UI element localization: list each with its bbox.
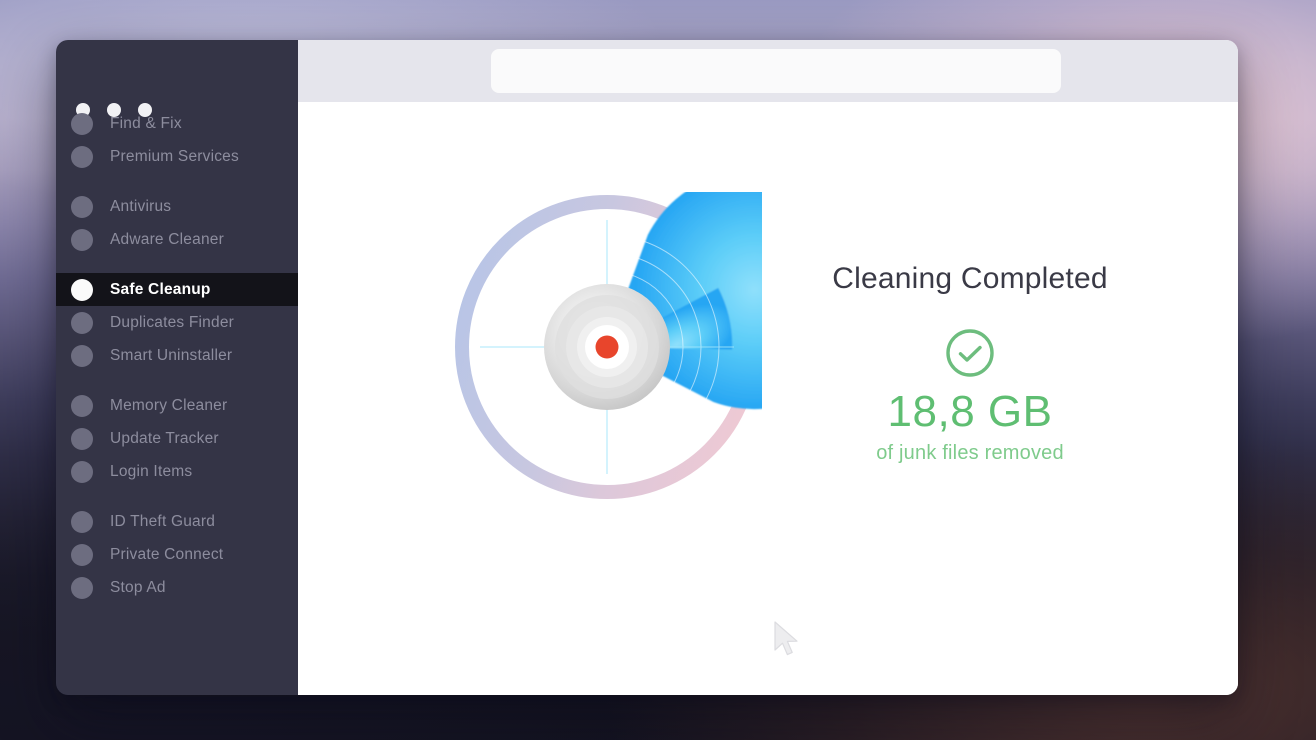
sidebar-item-smart-uninstaller[interactable]: Smart Uninstaller [56,339,298,372]
sidebar-item-bullet-icon [71,112,93,135]
sidebar-item-private-connect[interactable]: Private Connect [56,538,298,571]
sidebar-item-label: Memory Cleaner [110,396,228,414]
sidebar-group-4: ID Theft Guard Private Connect Stop Ad [56,505,298,604]
sidebar-item-label: Duplicates Finder [110,313,235,331]
sidebar-item-find-fix[interactable]: Find & Fix [56,107,298,140]
toolbar-panel[interactable] [491,49,1061,93]
radar-graphic [452,192,762,502]
sidebar-item-label: Smart Uninstaller [110,346,233,364]
sidebar-item-bullet-icon [71,543,93,566]
result-panel: Cleaning Completed 18,8 GB of junk files… [760,262,1180,465]
sidebar-item-id-theft-guard[interactable]: ID Theft Guard [56,505,298,538]
sidebar-item-label: Update Tracker [110,429,219,447]
sidebar-item-label: Antivirus [110,197,172,215]
sidebar-item-memory-cleaner[interactable]: Memory Cleaner [56,389,298,422]
sidebar-item-update-tracker[interactable]: Update Tracker [56,422,298,455]
sidebar-item-label: ID Theft Guard [110,512,216,530]
sidebar-item-bullet-icon [71,145,93,168]
status-badge [760,327,1180,379]
sidebar-item-label: Login Items [110,462,193,480]
sidebar-nav: Find & Fix Premium Services Antivirus Adwar… [56,107,298,604]
junk-removed-caption: of junk files removed [876,442,1064,465]
content-area: Cleaning Completed 18,8 GB of junk files… [298,40,1238,695]
sidebar-item-bullet-icon [71,510,93,533]
sidebar-item-label: Premium Services [110,147,239,165]
sidebar-item-bullet-icon [71,460,93,483]
sidebar-item-adware-cleaner[interactable]: Adware Cleaner [56,223,298,256]
sidebar-item-bullet-icon [71,394,93,417]
sidebar-item-label: Safe Cleanup [110,280,211,298]
main-stage: Cleaning Completed 18,8 GB of junk files… [298,102,1238,695]
sidebar-item-bullet-icon [71,576,93,599]
sidebar-item-bullet-icon [71,427,93,450]
sidebar-item-login-items[interactable]: Login Items [56,455,298,488]
sidebar-item-label: Stop Ad [110,578,166,596]
sidebar-item-antivirus[interactable]: Antivirus [56,190,298,223]
sidebar-item-safe-cleanup[interactable]: Safe Cleanup [56,273,298,306]
radar-center-dot [595,335,619,359]
app-window: Find & Fix Premium Services Antivirus Adwar… [56,40,1238,695]
sidebar-group-0: Find & Fix Premium Services [56,107,298,173]
sidebar-item-premium-services[interactable]: Premium Services [56,140,298,173]
sidebar-item-duplicates-finder[interactable]: Duplicates Finder [56,306,298,339]
sidebar-item-stop-ad[interactable]: Stop Ad [56,571,298,604]
sidebar-group-3: Memory Cleaner Update Tracker Login Items [56,389,298,488]
sidebar-item-bullet-icon [71,195,93,218]
sidebar-item-label: Adware Cleaner [110,230,224,248]
toolbar [298,40,1238,102]
junk-removed-amount: 18,8 GB [887,387,1053,436]
sidebar-group-2: Safe Cleanup Duplicates Finder Smart Unins… [56,273,298,372]
sidebar-item-label: Private Connect [110,545,224,563]
sidebar-item-bullet-icon [71,311,93,334]
sidebar-item-bullet-icon [71,228,93,251]
page-title: Cleaning Completed [832,262,1108,295]
desktop-background: Find & Fix Premium Services Antivirus Adwar… [0,0,1316,740]
check-circle-icon [946,329,994,377]
sidebar-item-bullet-icon [71,344,93,367]
sidebar-item-label: Find & Fix [110,114,182,132]
sidebar-group-1: Antivirus Adware Cleaner [56,190,298,256]
sidebar: Find & Fix Premium Services Antivirus Adwar… [56,40,298,695]
sidebar-item-bullet-icon [71,278,93,301]
